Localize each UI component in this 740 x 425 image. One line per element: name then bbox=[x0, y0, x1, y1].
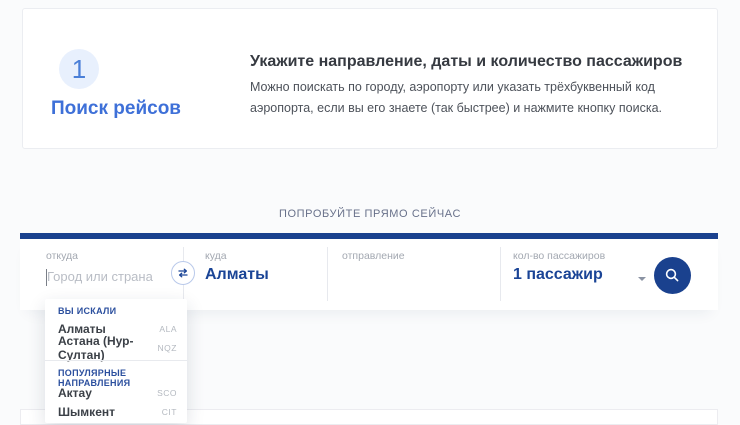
search-submit-button[interactable] bbox=[654, 257, 691, 294]
dropdown-item-shymkent[interactable]: Шымкент CIT bbox=[45, 402, 187, 421]
to-field-label: куда bbox=[205, 250, 227, 262]
search-bar-accent-stripe bbox=[20, 233, 718, 239]
departure-date-field-label[interactable]: отправление bbox=[342, 250, 405, 262]
dropdown-section-header-recent: ВЫ ИСКАЛИ bbox=[58, 306, 116, 316]
dropdown-item-aktau[interactable]: Актау SCO bbox=[45, 383, 187, 402]
magnifier-icon bbox=[664, 267, 681, 284]
intro-description: Можно поискать по городу, аэропорту или … bbox=[250, 77, 678, 119]
step-number: 1 bbox=[72, 54, 86, 85]
city-suggestions-dropdown: ВЫ ИСКАЛИ Алматы ALA Астана (Нур-Султан)… bbox=[45, 299, 187, 423]
airport-code: ALA bbox=[159, 324, 177, 334]
city-name: Актау bbox=[58, 386, 92, 400]
field-divider bbox=[500, 247, 501, 301]
step-intro-card: 1 Поиск рейсов Укажите направление, даты… bbox=[22, 8, 718, 149]
chevron-down-icon[interactable] bbox=[638, 277, 646, 281]
step-number-badge: 1 bbox=[59, 49, 99, 89]
dropdown-divider bbox=[45, 360, 187, 361]
intro-heading: Укажите направление, даты и количество п… bbox=[250, 53, 690, 71]
to-city-value[interactable]: Алматы bbox=[205, 266, 269, 284]
from-city-input[interactable] bbox=[47, 269, 172, 284]
swap-horizontal-icon bbox=[177, 267, 189, 279]
swap-directions-button[interactable] bbox=[171, 261, 195, 285]
passengers-field-label: кол-во пассажиров bbox=[513, 250, 605, 262]
step-title: Поиск рейсов bbox=[41, 98, 191, 120]
airport-code: NQZ bbox=[158, 343, 177, 353]
airport-code: SCO bbox=[157, 388, 177, 398]
field-divider bbox=[327, 247, 328, 301]
dropdown-item-astana[interactable]: Астана (Нур-Султан) NQZ bbox=[45, 338, 187, 357]
airport-code: CIT bbox=[162, 407, 177, 417]
passengers-value[interactable]: 1 пассажир bbox=[513, 266, 603, 284]
try-now-label: ПОПРОБУЙТЕ ПРЯМО СЕЙЧАС bbox=[0, 208, 740, 220]
city-name: Астана (Нур-Султан) bbox=[58, 334, 158, 362]
city-name: Шымкент bbox=[58, 405, 115, 419]
from-field-label: откуда bbox=[46, 250, 78, 262]
